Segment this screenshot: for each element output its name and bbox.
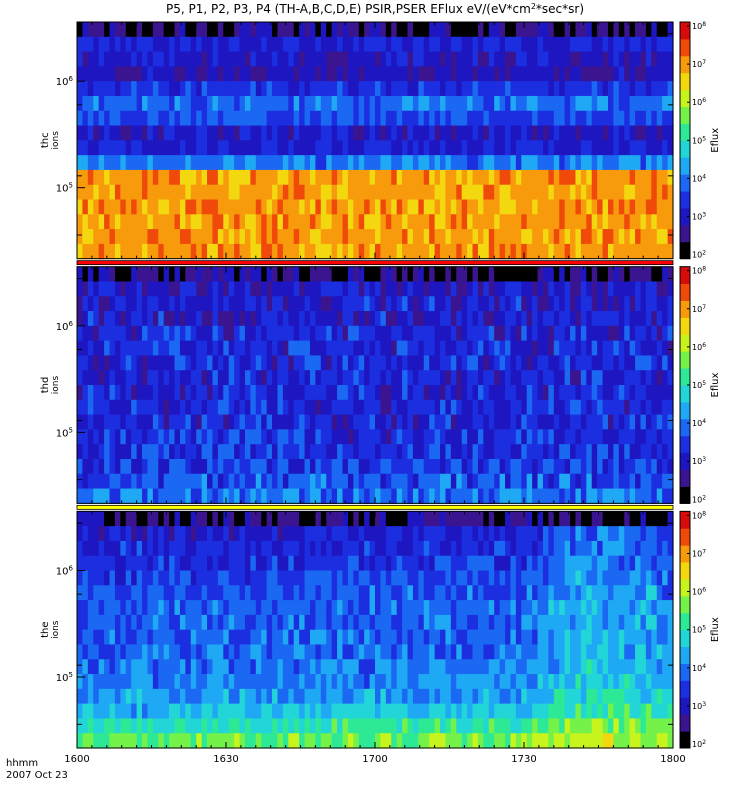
- colorbar-tick-label: 107: [692, 304, 706, 314]
- colorbar-tick-label: 107: [692, 59, 706, 69]
- spectrogram-thc-ions: [77, 22, 674, 259]
- y-tick-label: 105: [56, 426, 73, 439]
- colorbar-tick-label: 103: [692, 701, 706, 711]
- panel-the-ions: 106 105 theions 108 107 106 105 104 103 102 Eflux: [40, 510, 721, 749]
- y-tick-label: 106: [56, 565, 74, 578]
- time-tick-label: 1600: [64, 754, 89, 765]
- colorbar-label: Eflux: [710, 617, 721, 642]
- time-axis-label: hhmm: [6, 758, 38, 769]
- panel-label-species: ions: [51, 375, 61, 394]
- colorbar-tick-label: 107: [692, 548, 706, 558]
- colorbar-tick-label: 103: [692, 456, 706, 466]
- time-tick-label: 1630: [213, 754, 238, 765]
- date-label: 2007 Oct 23: [6, 770, 68, 781]
- y-tick-label: 105: [56, 671, 73, 684]
- colorbar-tick-label: 105: [692, 625, 706, 635]
- colorbar-tick-label: 108: [692, 266, 706, 276]
- time-tick-label: 1800: [660, 754, 685, 765]
- panel-label-species: ions: [51, 620, 61, 639]
- colorbar-tick-label: 104: [692, 418, 706, 428]
- y-tick-label: 106: [56, 75, 74, 88]
- quality-flag-bar: [77, 505, 673, 509]
- panel-label-species: ions: [51, 131, 61, 150]
- figure-title: P5, P1, P2, P3, P4 (TH-A,B,C,D,E) PSIR,P…: [166, 2, 584, 16]
- colorbar-label: Eflux: [710, 128, 721, 153]
- colorbar-tick-label: 103: [692, 212, 706, 222]
- spectrogram-thd-ions: [77, 267, 674, 504]
- y-tick-label: 106: [56, 320, 74, 333]
- colorbar-tick-label: 102: [692, 250, 706, 260]
- time-tick-label: 1700: [362, 754, 387, 765]
- colorbar: 108 107 106 105 104 103 102 Eflux: [680, 510, 721, 749]
- colorbar-tick-label: 105: [692, 135, 706, 145]
- colorbar-label: Eflux: [710, 372, 721, 397]
- colorbar-tick-label: 108: [692, 21, 706, 31]
- figure-canvas: P5, P1, P2, P3, P4 (TH-A,B,C,D,E) PSIR,P…: [0, 0, 750, 800]
- panel-stack: 106105thcions108107106105104103102Eflux1…: [40, 21, 721, 749]
- eflux-spectrogram-figure: P5, P1, P2, P3, P4 (TH-A,B,C,D,E) PSIR,P…: [0, 0, 750, 800]
- spectrogram-the-ions: [77, 511, 674, 748]
- panel-thd-ions: 106 105 thdions 108 107 106 105 104 103 102 Eflux: [40, 266, 721, 505]
- colorbar-tick-label: 106: [692, 97, 706, 107]
- colorbar-tick-label: 105: [692, 380, 706, 390]
- panel-label-probe: thd: [40, 377, 51, 394]
- panel-label-probe: the: [40, 621, 51, 637]
- colorbar-tick-label: 106: [692, 587, 706, 597]
- colorbar-tick-label: 108: [692, 510, 706, 520]
- colorbar-tick-label: 102: [692, 494, 706, 504]
- colorbar-tick-label: 104: [692, 173, 706, 183]
- quality-flag-bar: [77, 261, 673, 265]
- colorbar: 108 107 106 105 104 103 102 Eflux: [680, 21, 721, 260]
- y-tick-label: 105: [56, 182, 73, 195]
- panel-label-probe: thc: [40, 132, 51, 148]
- colorbar-tick-label: 104: [692, 663, 706, 673]
- time-axis: 1600 1630 1700 1730 1800: [64, 754, 685, 765]
- time-tick-label: 1730: [511, 754, 536, 765]
- colorbar-tick-label: 106: [692, 342, 706, 352]
- panel-thc-ions: 106 105 thcions 108 107 106 105 104 103 102 Eflux: [40, 21, 721, 260]
- colorbar-tick-label: 102: [692, 739, 706, 749]
- colorbar: 108 107 106 105 104 103 102 Eflux: [680, 266, 721, 505]
